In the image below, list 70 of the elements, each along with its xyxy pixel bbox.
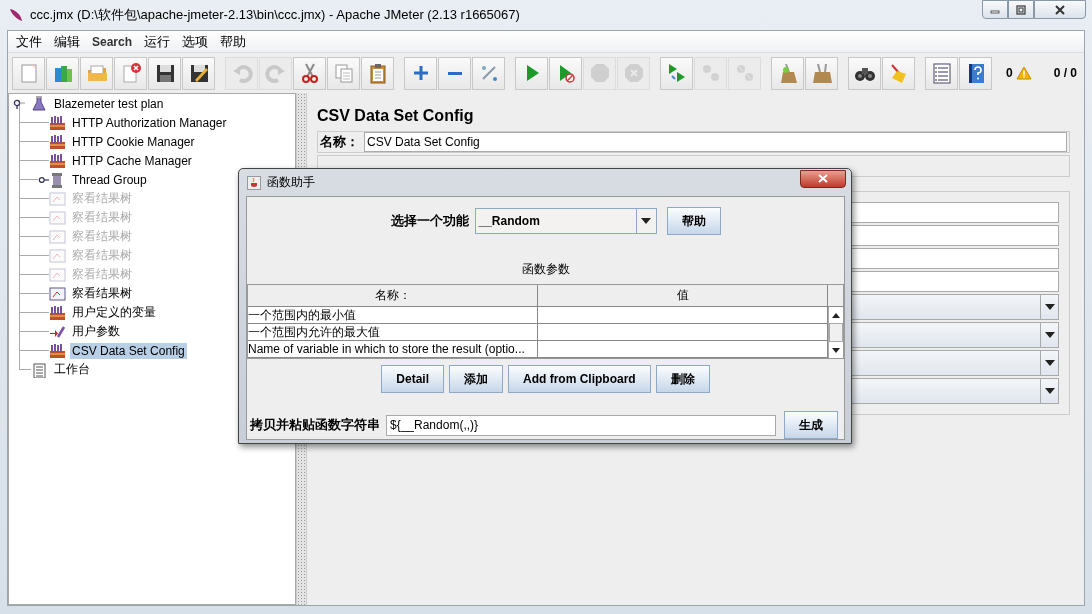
menu-item[interactable]: 运行 [138, 32, 177, 51]
table-cell: 一个范围内的最小值 [248, 307, 538, 323]
menu-item[interactable]: 选项 [176, 32, 215, 51]
help-button[interactable]: 帮助 [666, 207, 721, 235]
function-string-field[interactable]: ${__Random(,,)} [386, 414, 776, 436]
collapsed-handle-icon[interactable] [37, 174, 49, 185]
menu-item[interactable]: 帮助 [214, 32, 253, 51]
close-button[interactable] [800, 169, 846, 188]
caret-icon [1044, 304, 1055, 310]
table-cell: 一个范围内允许的最大值 [248, 324, 538, 340]
caret-icon [1044, 360, 1055, 366]
column-header: 值 [538, 285, 828, 306]
menu-item[interactable]: Search [86, 34, 139, 49]
toolbar-button[interactable] [182, 56, 215, 90]
table-cell: Name of variable in which to store the result (optio... [248, 341, 538, 357]
toolbar-button[interactable] [959, 56, 992, 90]
thread-count: 0 / 0 [1053, 66, 1078, 80]
dialog-button[interactable]: 删除 [655, 365, 710, 393]
tree-item[interactable]: 工作台 [52, 360, 92, 379]
cup-icon [247, 175, 261, 190]
menu-item[interactable]: 编辑 [48, 32, 86, 51]
tree-item[interactable]: CSV Data Set Config [70, 342, 187, 359]
folder-icon [85, 62, 108, 84]
field-label: 名称： [320, 133, 360, 151]
list-icon [930, 62, 953, 84]
toolbar-button[interactable] [361, 56, 394, 90]
toolbar-button[interactable] [848, 56, 881, 90]
error-count: 0 [1006, 66, 1013, 80]
window-title: ccc.jmx (D:\软件包\apache-jmeter-2.13\bin\ccc.jmx) - Apache JMeter (2.13 r1665067) [30, 6, 520, 24]
tree-item[interactable]: HTTP Authorization Manager [70, 114, 229, 131]
feather-icon [8, 7, 24, 23]
dialog-button[interactable]: 添加 [449, 365, 503, 393]
menu-item[interactable]: 文件 [10, 32, 48, 51]
name-field[interactable]: CSV Data Set Config [364, 132, 1067, 152]
close-icon [818, 174, 828, 183]
warning-icon [1015, 66, 1032, 80]
tree-item[interactable]: HTTP Cookie Manager [70, 133, 197, 150]
restore-button[interactable] [1008, 0, 1034, 19]
tree-item[interactable]: HTTP Cache Manager [70, 152, 194, 169]
tree-item[interactable]: 用户定义的变量 [70, 303, 158, 322]
caret-icon [1044, 388, 1055, 394]
toolbar-button[interactable] [148, 56, 181, 90]
scroll-up-icon [832, 312, 840, 318]
close-button[interactable] [1034, 0, 1086, 19]
redo-arrow-icon [264, 62, 287, 84]
section-title: 函数参数 [520, 261, 571, 278]
panel-title: CSV Data Set Config [317, 106, 475, 126]
restore-icon [1016, 4, 1026, 15]
dialog-button[interactable]: Detail [381, 365, 444, 393]
field-label: 拷贝并粘贴函数字符串 [250, 416, 380, 434]
field-label: 选择一个功能 [390, 212, 469, 230]
tree-item[interactable]: 用户参数 [70, 322, 122, 341]
tree-item[interactable]: Thread Group [70, 171, 149, 188]
tree-item[interactable]: Blazemeter test plan [52, 95, 166, 112]
toolbar-button[interactable] [293, 56, 326, 90]
minus-icon [447, 71, 462, 75]
octagon-cross-icon [622, 62, 645, 84]
tree-item[interactable]: 察看结果树 [70, 284, 134, 303]
expanded-handle-icon[interactable] [13, 98, 25, 109]
octagon-icon [588, 62, 611, 84]
dialog-button[interactable]: Add from Clipboard [508, 365, 651, 393]
copy-pages-icon [332, 62, 355, 84]
function-dropdown[interactable]: __Random [474, 208, 657, 234]
caret-icon [1044, 332, 1055, 338]
minimize-button[interactable] [982, 0, 1008, 19]
column-header: 名称： [248, 285, 538, 306]
generate-button[interactable]: 生成 [784, 411, 838, 439]
close-icon [1054, 4, 1066, 15]
scrollbar[interactable] [828, 307, 843, 358]
dialog-title: 函数助手 [267, 174, 315, 191]
